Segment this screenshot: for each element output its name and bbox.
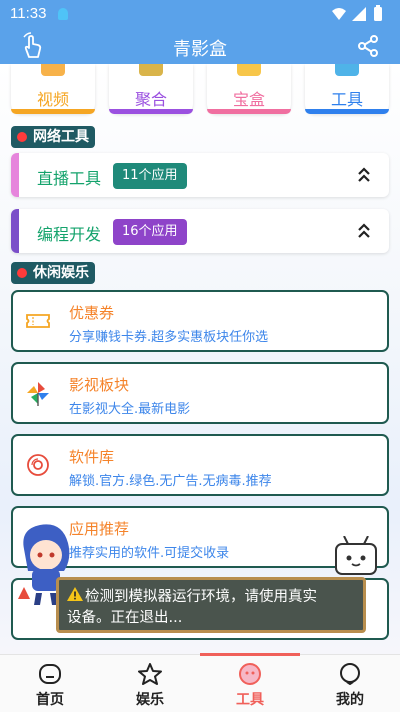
- tab-label: 首页: [36, 692, 64, 708]
- section-leisure: 休闲娱乐: [11, 262, 95, 284]
- group-live-tools[interactable]: 直播工具 11个应用: [11, 153, 389, 197]
- section-dot-icon: [17, 132, 27, 142]
- category-treasure-box[interactable]: 宝盒: [207, 64, 291, 114]
- group-count-badge: 16个应用: [113, 219, 187, 245]
- pinwheel-icon: [27, 382, 49, 406]
- card-title: 优惠券: [69, 304, 115, 322]
- card-subtitle: 在影视大全.最新电影: [69, 402, 191, 417]
- bottom-tab-bar: 首页 娱乐 工具 我的: [0, 653, 400, 712]
- video-icon: [41, 64, 65, 76]
- card-title: 软件库: [69, 448, 115, 466]
- tab-label: 我的: [336, 692, 364, 708]
- group-name: 编程开发: [37, 225, 102, 244]
- category-label: 工具: [330, 90, 363, 109]
- group-programming[interactable]: 编程开发 16个应用: [11, 209, 389, 253]
- app-bar: 青影盒: [0, 28, 400, 64]
- card-subtitle: 分享赚钱卡券.超多实惠板块任你选: [69, 330, 269, 345]
- category-aggregate[interactable]: 聚合: [109, 64, 193, 114]
- warning-icon: [67, 587, 83, 601]
- tab-profile[interactable]: 我的: [300, 655, 400, 712]
- emulator-warning-toast: 检测到模拟器运行环境，请使用真实 设备。正在退出...: [56, 577, 366, 633]
- card-title: 应用推荐: [69, 520, 130, 538]
- robot-icon: [335, 536, 377, 575]
- share-icon[interactable]: [356, 34, 380, 58]
- disc-icon: [27, 454, 49, 476]
- tab-tools[interactable]: 工具: [200, 655, 300, 712]
- section-title: 网络工具: [33, 129, 89, 145]
- tab-label: 娱乐: [136, 692, 164, 708]
- category-label: 宝盒: [232, 90, 265, 109]
- battery-icon: [374, 7, 382, 21]
- category-label: 聚合: [134, 90, 167, 109]
- group-count-badge: 11个应用: [113, 163, 187, 189]
- toast-text-line1: 检测到模拟器运行环境，请使用真实: [85, 589, 317, 605]
- coupon-icon: [26, 314, 50, 328]
- star-icon: [138, 663, 162, 685]
- treasure-icon: [237, 64, 261, 76]
- tools-icon: [239, 663, 261, 685]
- signal-icon: [352, 7, 366, 21]
- card-title: 影视板块: [69, 376, 130, 394]
- notification-icon: [58, 8, 68, 20]
- card-movies[interactable]: 影视板块 在影视大全.最新电影: [11, 362, 389, 424]
- tab-home[interactable]: 首页: [0, 655, 100, 712]
- wifi-icon: [332, 8, 346, 20]
- card-coupon[interactable]: 优惠券 分享赚钱卡券.超多实惠板块任你选: [11, 290, 389, 352]
- app-title: 青影盒: [173, 39, 227, 60]
- status-time: 11:33: [10, 5, 47, 22]
- aggregate-icon: [139, 64, 163, 76]
- home-icon: [39, 664, 61, 684]
- status-icons: [332, 5, 382, 21]
- card-subtitle: 推荐实用的软件.可提交收录: [69, 546, 230, 561]
- profile-icon: [340, 663, 360, 685]
- tab-label: 工具: [236, 692, 264, 708]
- tab-entertainment[interactable]: 娱乐: [100, 655, 200, 712]
- status-bar: 11:33: [0, 0, 400, 28]
- toast-text-line2: 设备。正在退出...: [67, 610, 183, 626]
- chevron-up-icon[interactable]: [357, 165, 371, 185]
- chevron-up-icon[interactable]: [357, 221, 371, 241]
- section-title: 休闲娱乐: [33, 265, 89, 281]
- category-label: 视频: [36, 90, 69, 109]
- card-subtitle: 解锁.官方.绿色.无广告.无病毒.推荐: [69, 474, 272, 489]
- category-video[interactable]: 视频: [11, 64, 95, 114]
- tools-category-icon: [335, 64, 359, 76]
- section-dot-icon: [17, 268, 27, 278]
- section-network-tools: 网络工具: [11, 126, 95, 148]
- group-name: 直播工具: [37, 169, 102, 188]
- card-software-library[interactable]: 软件库 解锁.官方.绿色.无广告.无病毒.推荐: [11, 434, 389, 496]
- category-tools[interactable]: 工具: [305, 64, 389, 114]
